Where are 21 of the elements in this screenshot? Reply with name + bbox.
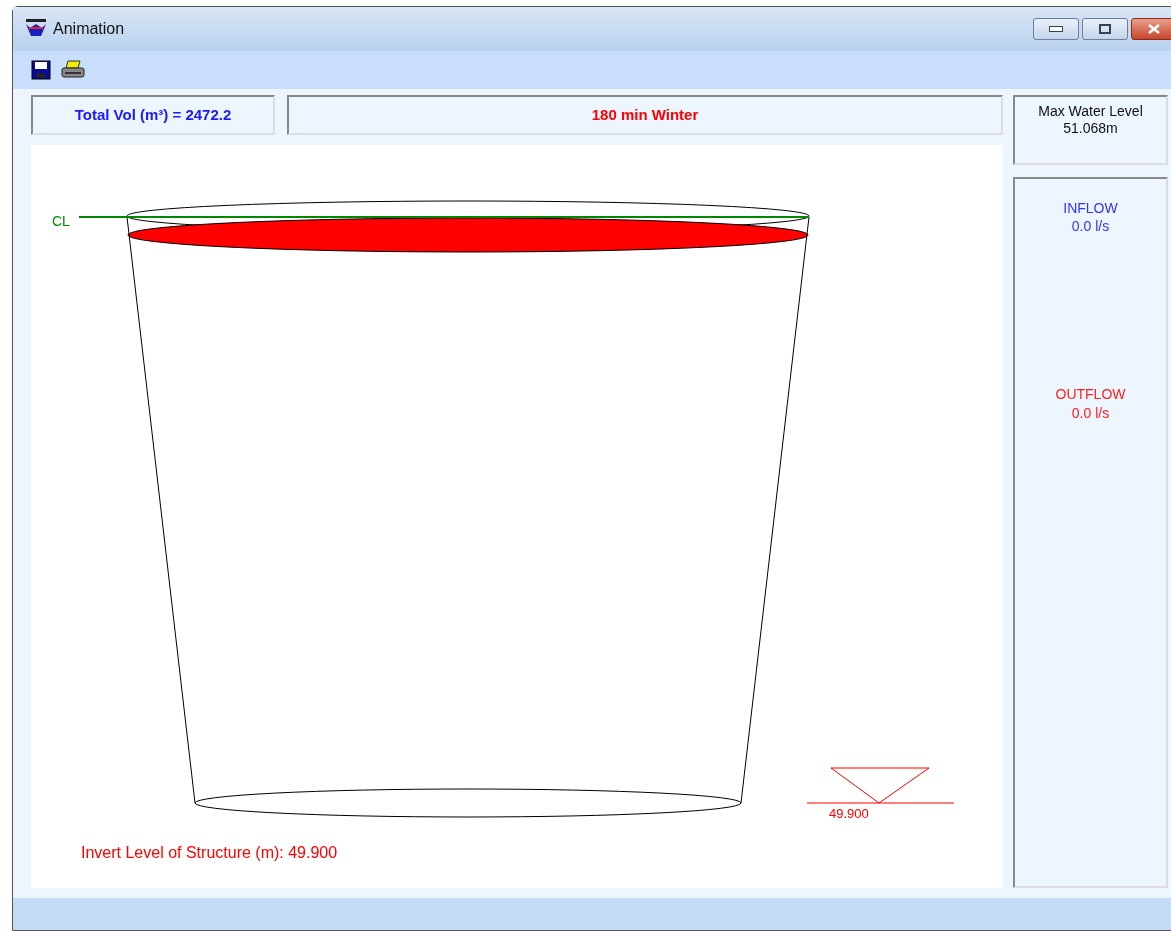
invert-level-text: Invert Level of Structure (m): 49.900 bbox=[81, 844, 338, 861]
maximize-icon bbox=[1099, 24, 1111, 34]
inflow-value: 0.0 l/s bbox=[1070, 217, 1111, 236]
window-title: Animation bbox=[53, 19, 125, 39]
app-icon bbox=[25, 19, 47, 39]
save-icon[interactable] bbox=[31, 60, 51, 80]
scenario-display: 180 min Winter bbox=[287, 95, 1003, 135]
minimize-button[interactable] bbox=[1033, 18, 1079, 40]
close-button[interactable] bbox=[1131, 18, 1171, 40]
max-level-label: Max Water Level bbox=[1037, 103, 1144, 120]
outflow-value: 0.0 l/s bbox=[1070, 403, 1111, 422]
level-label: 49.900 bbox=[829, 806, 869, 821]
outflow-label: OUTFLOW bbox=[1054, 385, 1127, 404]
total-volume-display: Total Vol (m³) = 2472.2 bbox=[31, 95, 275, 135]
inflow-label: INFLOW bbox=[1062, 199, 1119, 218]
close-icon bbox=[1148, 24, 1160, 34]
max-level-value: 51.068m bbox=[1062, 119, 1119, 137]
cl-label: CL bbox=[52, 213, 70, 229]
print-icon[interactable] bbox=[61, 60, 85, 80]
minimize-icon bbox=[1049, 26, 1063, 32]
maximize-button[interactable] bbox=[1082, 18, 1128, 40]
